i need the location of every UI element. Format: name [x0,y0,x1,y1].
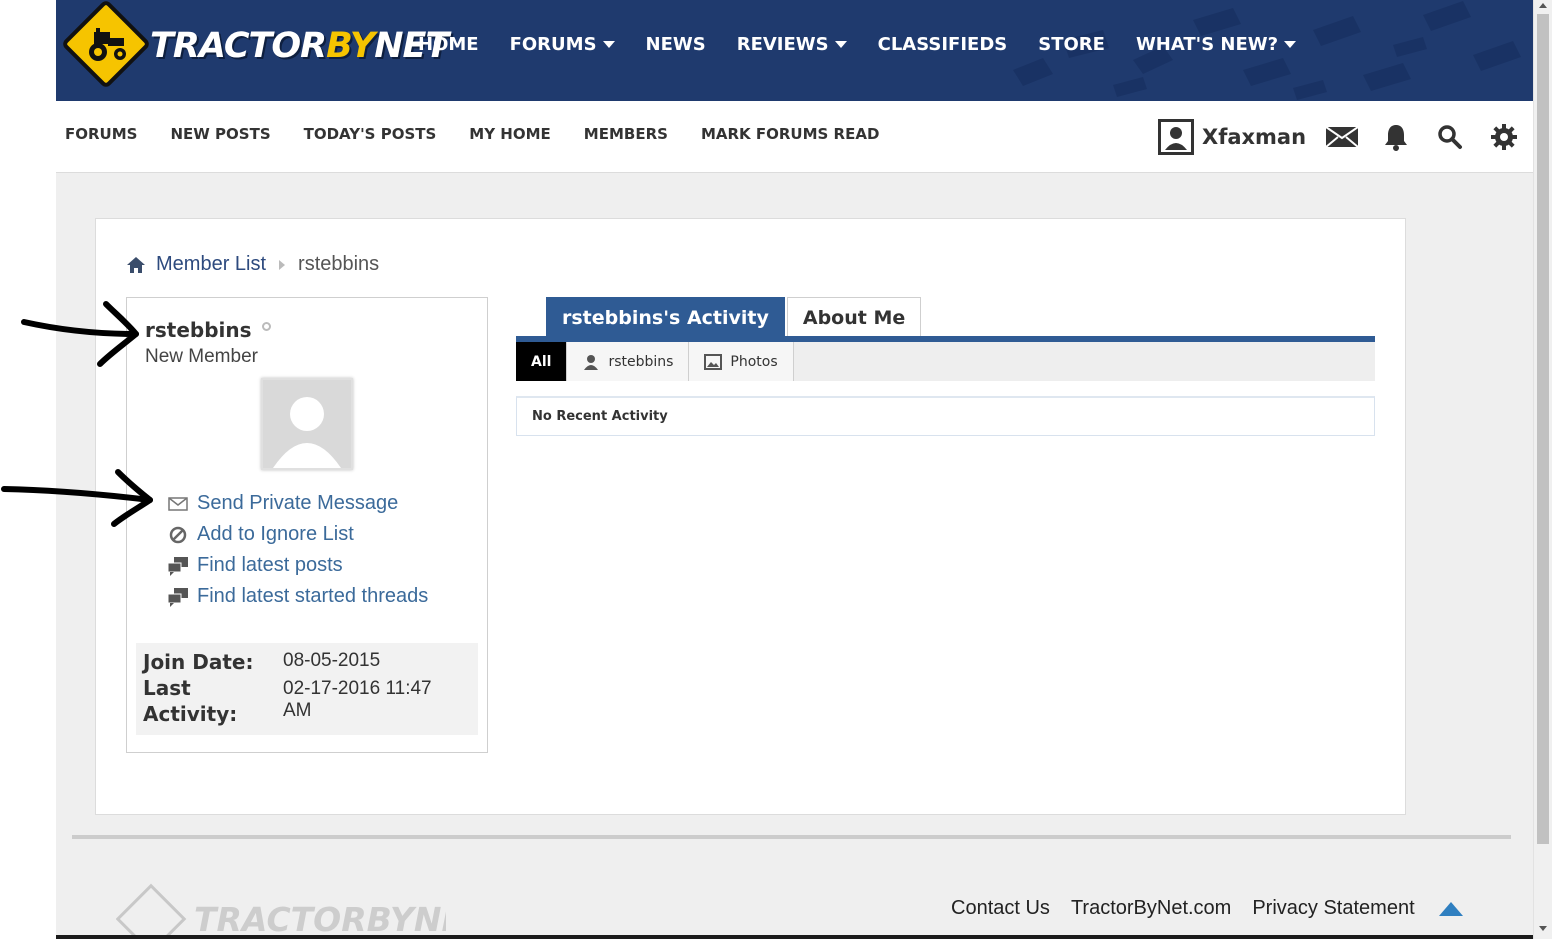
tab-activity[interactable]: rstebbins's Activity [546,297,785,337]
logo-wordmark: TRACTORBYNET [150,26,449,66]
vertical-scrollbar[interactable] [1533,0,1552,939]
caret-down-icon [1284,41,1297,48]
tab-about-me[interactable]: About Me [786,297,922,337]
browser-viewport: TRACTORBYNET HOME FORUMS NEWS REVIEWS CL… [0,0,1558,939]
posts-icon [167,556,189,576]
window-bottom-edge [56,935,1533,939]
scroll-to-top-icon[interactable] [1438,901,1464,917]
mail-icon[interactable] [1324,119,1360,155]
nav-whats-new[interactable]: WHAT'S NEW? [1136,34,1297,55]
site-header: TRACTORBYNET HOME FORUMS NEWS REVIEWS CL… [56,0,1533,101]
offline-status-icon [261,321,271,331]
sub-nav-links: FORUMS NEW POSTS TODAY'S POSTS MY HOME M… [65,125,912,143]
filter-label: All [531,353,552,370]
profile-username: rstebbins [145,318,271,342]
gear-icon[interactable] [1486,119,1522,155]
scroll-down-icon[interactable] [1539,926,1547,931]
nav-news[interactable]: NEWS [646,34,706,55]
filter-all[interactable]: All [516,342,568,381]
caret-down-icon [834,41,847,48]
photo-icon [704,353,723,370]
last-activity-value-line1: 02-17-2016 11:47 [283,678,432,699]
last-activity-label-line2: Activity: [143,702,238,726]
last-activity-value-line2: AM [283,700,312,721]
caret-down-icon [602,41,615,48]
member-rank: New Member [145,346,258,367]
bell-icon[interactable] [1378,119,1414,155]
join-date-value: 08-05-2015 [283,650,381,671]
scroll-up-icon[interactable] [1539,3,1547,8]
find-latest-posts-link[interactable]: Find latest posts [167,550,428,581]
profile-sidebar: rstebbins New Member Send Private Messag… [126,297,488,753]
subnav-mark-forums-read[interactable]: MARK FORUMS READ [701,125,879,143]
action-label: Add to Ignore List [197,523,354,545]
no-activity-message: No Recent Activity [516,396,1375,436]
envelope-icon [167,494,189,514]
main-nav: HOME FORUMS NEWS REVIEWS CLASSIFIEDS STO… [418,34,1327,55]
nav-reviews[interactable]: REVIEWS [737,34,847,55]
threads-icon [167,587,189,607]
scrollbar-thumb[interactable] [1537,14,1549,844]
site-logo[interactable]: TRACTORBYNET [60,0,449,92]
subnav-forums[interactable]: FORUMS [65,125,137,143]
breadcrumb-current: rstebbins [298,253,380,275]
search-icon[interactable] [1432,119,1468,155]
footer-logo-diamond [116,883,187,939]
nav-classifieds[interactable]: CLASSIFIEDS [878,34,1008,55]
user-menu: Xfaxman [1158,119,1540,155]
filter-photos[interactable]: Photos [689,342,794,381]
footer-logo-wordmark: TRACTORBYNET [194,900,446,939]
join-date-label: Join Date: [143,650,254,674]
activity-filter-bar: All rstebbins Photos [516,342,1375,381]
footer-logo[interactable]: TRACTORBYNET [116,880,446,939]
find-latest-started-threads-link[interactable]: Find latest started threads [167,581,428,612]
action-label: Find latest started threads [197,585,429,607]
current-username[interactable]: Xfaxman [1202,125,1306,149]
filter-label: Photos [730,353,778,370]
home-icon[interactable] [126,255,146,275]
subnav-todays-posts[interactable]: TODAY'S POSTS [304,125,437,143]
nav-home[interactable]: HOME [418,34,479,55]
breadcrumb: Member List rstebbins [126,253,379,276]
nav-store[interactable]: STORE [1038,34,1105,55]
breadcrumb-separator-icon [279,259,286,270]
sub-nav: FORUMS NEW POSTS TODAY'S POSTS MY HOME M… [56,101,1533,173]
footer-links: Contact Us TractorByNet.com Privacy Stat… [951,897,1464,920]
filter-user[interactable]: rstebbins [567,342,690,381]
user-icon[interactable] [1158,119,1194,155]
profile-stats: Join Date: 08-05-2015 Last Activity: 02-… [136,643,478,735]
subnav-my-home[interactable]: MY HOME [469,125,551,143]
footer-privacy-statement[interactable]: Privacy Statement [1252,897,1414,920]
last-activity-label-line1: Last [143,676,191,700]
content-card: Member List rstebbins rstebbins New Memb… [95,218,1406,815]
profile-tabs: rstebbins's Activity About Me [546,297,923,337]
footer-contact-us[interactable]: Contact Us [951,897,1050,920]
profile-avatar [261,378,353,470]
subnav-members[interactable]: MEMBERS [584,125,668,143]
person-icon [584,354,599,370]
tractor-icon [89,28,126,61]
action-label: Find latest posts [197,554,343,576]
page: TRACTORBYNET HOME FORUMS NEWS REVIEWS CL… [56,0,1533,939]
footer-divider [72,835,1511,839]
action-label: Send Private Message [197,492,399,514]
add-to-ignore-list-link[interactable]: Add to Ignore List [167,519,428,550]
breadcrumb-member-list[interactable]: Member List [156,253,266,276]
filter-label: rstebbins [608,353,674,370]
send-private-message-link[interactable]: Send Private Message [167,488,428,519]
profile-actions: Send Private Message Add to Ignore List … [167,488,428,612]
ignore-icon [167,525,189,545]
footer-tractorbynet-link[interactable]: TractorByNet.com [1071,897,1231,920]
subnav-new-posts[interactable]: NEW POSTS [170,125,270,143]
profile-username-text: rstebbins [145,318,252,342]
nav-forums[interactable]: FORUMS [510,34,615,55]
